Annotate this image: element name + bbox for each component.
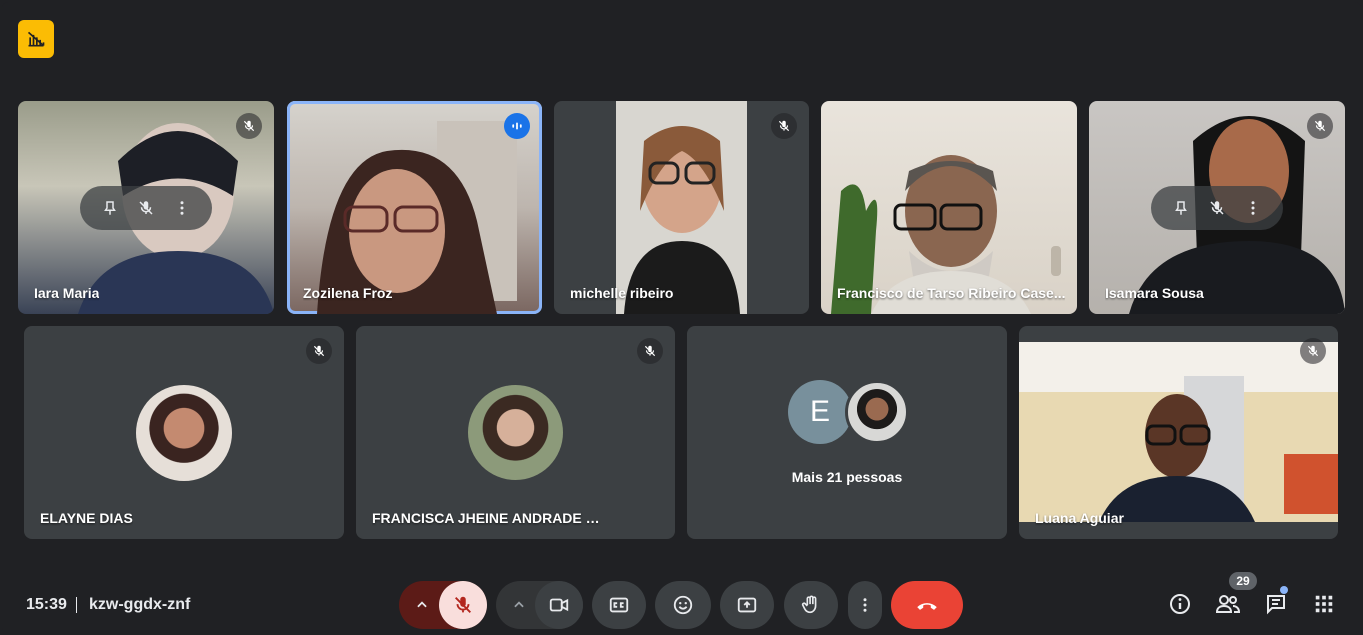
- avatar: [136, 385, 232, 481]
- more-participants-tile[interactable]: E Mais 21 pessoas: [687, 326, 1007, 539]
- emoji-icon: [673, 595, 693, 615]
- present-button[interactable]: [720, 581, 774, 629]
- participant-name: Francisco de Tarso Ribeiro Case...: [837, 285, 1066, 301]
- people-button[interactable]: [1214, 590, 1242, 618]
- no-signal-icon: [27, 31, 45, 47]
- tile-hover-controls: [80, 186, 212, 230]
- participant-name: Luana Aguiar: [1035, 510, 1124, 526]
- chevron-up-icon: [514, 601, 524, 608]
- participant-tile-elayne[interactable]: ELAYNE DIAS: [24, 326, 344, 539]
- chevron-up-icon: [417, 601, 427, 608]
- mic-toggle-button[interactable]: [439, 581, 487, 629]
- info-icon: [1170, 594, 1190, 614]
- activities-button[interactable]: [1310, 590, 1338, 618]
- mic-off-icon[interactable]: [1208, 199, 1226, 217]
- video-frame: [1019, 342, 1338, 522]
- people-icon: [1215, 595, 1241, 613]
- speaking-indicator: [504, 113, 530, 139]
- mic-options-button[interactable]: [403, 581, 441, 629]
- muted-indicator: [306, 338, 332, 364]
- hand-icon: [801, 595, 817, 614]
- mic-off-icon: [1307, 345, 1319, 357]
- mic-off-icon: [644, 345, 656, 357]
- camera-options-button[interactable]: [500, 581, 538, 629]
- tile-hover-controls: [1151, 186, 1283, 230]
- chat-notification-dot: [1280, 586, 1288, 594]
- mic-off-icon: [1314, 120, 1326, 132]
- mic-off-icon: [778, 120, 790, 132]
- divider: [76, 597, 77, 613]
- audio-wave-icon: [512, 122, 522, 130]
- camera-toggle-button[interactable]: [535, 581, 583, 629]
- more-vert-icon: [863, 598, 867, 612]
- muted-indicator: [637, 338, 663, 364]
- avatar-letter: E: [788, 380, 852, 444]
- more-vert-icon[interactable]: [173, 199, 191, 217]
- meeting-time: 15:39: [26, 596, 67, 613]
- participant-name: michelle ribeiro: [570, 285, 674, 301]
- participant-tile-zozilena[interactable]: Zozilena Froz: [287, 101, 542, 314]
- muted-indicator: [236, 113, 262, 139]
- closed-caption-icon: [609, 597, 629, 613]
- participants-count-badge: 29: [1229, 572, 1257, 590]
- apps-icon: [1315, 595, 1333, 613]
- muted-indicator: [1307, 113, 1333, 139]
- call-end-icon: [917, 603, 937, 610]
- participant-tile-michelle[interactable]: michelle ribeiro: [554, 101, 809, 314]
- raise-hand-button[interactable]: [784, 581, 838, 629]
- mic-off-icon: [455, 596, 471, 613]
- videocam-icon: [549, 598, 569, 612]
- meeting-code: kzw-ggdx-znf: [89, 596, 191, 613]
- participant-name: Isamara Sousa: [1105, 285, 1204, 301]
- meeting-details-button[interactable]: [1166, 590, 1194, 618]
- participant-name: FRANCISCA JHEINE ANDRADE CUNHA: [372, 510, 602, 526]
- participant-tile-isamara[interactable]: Isamara Sousa: [1089, 101, 1345, 314]
- mic-off-icon: [313, 345, 325, 357]
- participant-tile-francisca[interactable]: FRANCISCA JHEINE ANDRADE CUNHA: [356, 326, 675, 539]
- no-signal-badge[interactable]: [18, 20, 54, 58]
- participant-name: ELAYNE DIAS: [40, 510, 133, 526]
- more-vert-icon[interactable]: [1244, 199, 1262, 217]
- more-options-button[interactable]: [848, 581, 882, 629]
- muted-indicator: [1300, 338, 1326, 364]
- avatar: [468, 385, 563, 480]
- participant-tile-luana[interactable]: Luana Aguiar: [1019, 326, 1338, 539]
- mic-off-icon: [243, 120, 255, 132]
- pin-icon[interactable]: [1172, 199, 1190, 217]
- reactions-button[interactable]: [655, 581, 711, 629]
- leave-call-button[interactable]: [891, 581, 963, 629]
- captions-button[interactable]: [592, 581, 646, 629]
- muted-indicator: [771, 113, 797, 139]
- pin-icon[interactable]: [101, 199, 119, 217]
- video-frame: [616, 101, 747, 314]
- chat-icon: [1267, 595, 1285, 615]
- participant-tile-iara[interactable]: Iara Maria: [18, 101, 274, 314]
- video-frame: [317, 121, 517, 314]
- mic-off-icon[interactable]: [137, 199, 155, 217]
- participant-tile-francisco[interactable]: Francisco de Tarso Ribeiro Case...: [821, 101, 1077, 314]
- chat-button[interactable]: [1262, 590, 1290, 618]
- video-frame: [831, 155, 1061, 314]
- avatar: [845, 380, 909, 444]
- more-participants-label: Mais 21 pessoas: [791, 469, 903, 485]
- participant-name: Zozilena Froz: [303, 285, 393, 301]
- present-screen-icon: [737, 597, 757, 613]
- participant-name: Iara Maria: [34, 285, 100, 301]
